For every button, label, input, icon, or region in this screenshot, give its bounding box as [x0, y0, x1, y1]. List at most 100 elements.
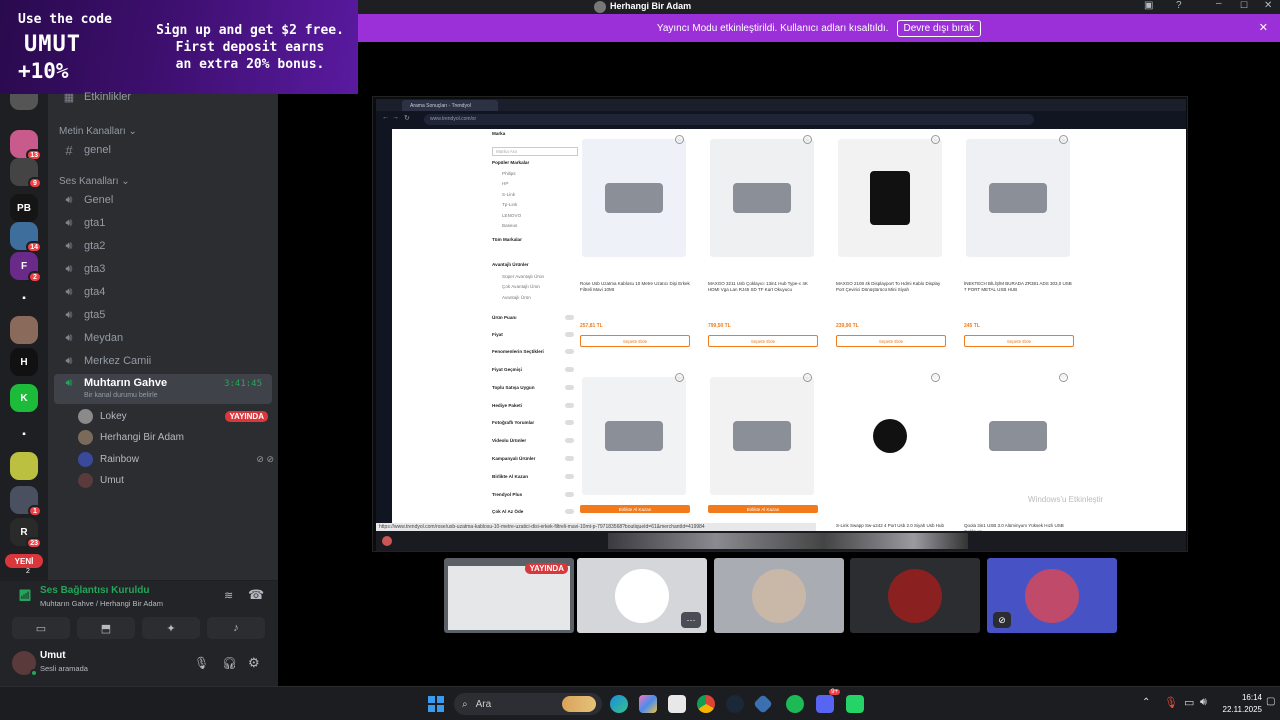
server-icon[interactable]	[10, 316, 38, 344]
browser-tab[interactable]: Arama Sonuçları - Trendyol	[402, 100, 498, 111]
screen-share-button[interactable]: ⬒	[77, 617, 135, 639]
product-card[interactable]: ♡ Rose Usb Uzatma Kablosu 10 Metre Uzatıc…	[576, 129, 692, 359]
filter-item[interactable]: Fenomenlerin Seçtikleri	[492, 349, 578, 354]
filter-item[interactable]: Kampanyalı Ürünler	[492, 456, 578, 461]
filter-item[interactable]: Avantajlı Ürün	[492, 295, 578, 300]
minimize-icon[interactable]: –	[1216, 0, 1222, 9]
server-icon[interactable]: 14	[10, 222, 42, 253]
channel-status[interactable]: Bir kanal durumu belirle	[84, 392, 158, 399]
noise-suppression-icon[interactable]: ≋	[224, 589, 233, 602]
participant-tile[interactable]	[714, 558, 844, 633]
filter-item[interactable]: Philips	[492, 171, 578, 176]
store-icon[interactable]	[668, 695, 686, 713]
toggle-switch[interactable]	[565, 492, 574, 497]
channel-muhtarin-gahve[interactable]: 🔊︎ Muhtarın Gahve 3:41:45 Bir kanal duru…	[54, 374, 272, 404]
participant-tile[interactable]	[850, 558, 980, 633]
camera-button[interactable]: ▭	[12, 617, 70, 639]
product-title[interactable]: Qoola 3in1 USB 3.0 Alüminyum Yüksek Hızl…	[964, 523, 1074, 531]
reload-icon[interactable]: ↻	[404, 114, 410, 122]
toggle-switch[interactable]	[565, 403, 574, 408]
favorite-heart-icon[interactable]: ♡	[675, 135, 684, 144]
favorite-heart-icon[interactable]: ♡	[931, 373, 940, 382]
filter-item[interactable]: Tp-Link	[492, 202, 578, 207]
voice-channel[interactable]: 🔊︎ gta5	[54, 304, 272, 326]
server-icon[interactable]: H	[10, 348, 38, 376]
category-text[interactable]: Metin Kanalları ⌄	[59, 126, 137, 137]
mic-tray-icon[interactable]: 🎙︎	[1164, 696, 1178, 709]
filter-item[interactable]: Süper Avantajlı Ürün	[492, 274, 578, 279]
more-options-icon[interactable]: ⋯	[681, 612, 701, 628]
chrome-icon[interactable]	[697, 695, 715, 713]
close-window-icon[interactable]: ✕	[1264, 0, 1272, 11]
product-image[interactable]	[838, 377, 942, 495]
server-icon[interactable]: R 23	[10, 518, 42, 549]
favorite-heart-icon[interactable]: ♡	[1059, 373, 1068, 382]
server-icon[interactable]: ▪	[10, 420, 38, 448]
voice-channel[interactable]: 🔊︎ Genel	[54, 189, 272, 211]
filter-item[interactable]: Popüler Markalar	[492, 160, 578, 165]
new-badge[interactable]: YENİ	[5, 554, 43, 568]
filter-item[interactable]: Marka Ara	[492, 147, 578, 156]
toggle-switch[interactable]	[565, 332, 574, 337]
add-to-cart-button[interactable]: Sepete Ekle	[580, 335, 690, 347]
add-to-cart-button[interactable]: Sepete Ekle	[964, 335, 1074, 347]
server-icon[interactable]: 9	[10, 158, 42, 189]
headphones-icon[interactable]: 🎧︎	[222, 656, 237, 670]
soundboard-button[interactable]: ♪	[207, 617, 265, 639]
filter-item[interactable]: Fotoğraflı Yorumlar	[492, 420, 578, 425]
chevron-up-icon[interactable]: ⌃	[1142, 697, 1150, 708]
filter-item[interactable]: S-Link	[492, 192, 578, 197]
product-image[interactable]	[710, 139, 814, 257]
participant-tile[interactable]: ⊘	[987, 558, 1117, 633]
disable-streamer-mode-button[interactable]: Devre dışı bırak	[896, 19, 982, 37]
product-title[interactable]: İNEKTECH BİLİŞİM BURADA ZR381 ADS 303,0 …	[964, 281, 1074, 293]
product-image[interactable]	[582, 377, 686, 495]
filter-item[interactable]: Baseus	[492, 223, 578, 228]
product-image[interactable]	[710, 377, 814, 495]
filter-item[interactable]: Tüm Markalar	[492, 237, 578, 242]
favorite-heart-icon[interactable]: ♡	[803, 135, 812, 144]
category-voice[interactable]: Ses Kanalları ⌄	[59, 176, 130, 187]
whatsapp-icon[interactable]	[846, 695, 864, 713]
toggle-switch[interactable]	[565, 315, 574, 320]
toggle-switch[interactable]	[565, 367, 574, 372]
copilot-icon[interactable]	[639, 695, 657, 713]
server-icon[interactable]: F2	[10, 252, 42, 283]
voice-user[interactable]: Rainbow ⊘ ⊘	[78, 449, 278, 469]
server-icon-partial[interactable]	[10, 94, 38, 110]
favorite-heart-icon[interactable]: ♡	[803, 373, 812, 382]
filter-item[interactable]: Videolu Ürünler	[492, 438, 578, 443]
promo-banner[interactable]: Use the code UMUT +10% Sign up and get $…	[0, 0, 358, 94]
shared-screen[interactable]: Arama Sonuçları - Trendyol ← → ↻ www.tre…	[372, 96, 1188, 552]
filter-item[interactable]: Fiyat	[492, 332, 578, 337]
voice-channel[interactable]: 🔊︎ Meydan	[54, 327, 272, 349]
add-to-cart-button[interactable]: Sepete Ekle	[836, 335, 946, 347]
volume-icon[interactable]: 🔊︎	[1200, 696, 1207, 709]
server-icon[interactable]	[10, 452, 38, 480]
toggle-switch[interactable]	[565, 509, 574, 514]
voice-channel[interactable]: 🔊︎ Merkez Camii	[54, 350, 272, 372]
mic-icon[interactable]: 🎙︎	[194, 656, 209, 670]
voice-channel[interactable]: 🔊︎ gta1	[54, 212, 272, 234]
product-title[interactable]: MAXGO 2108 4k Displayport To Hdmi Kablo …	[836, 281, 946, 293]
voice-channel[interactable]: 🔊︎ gta4	[54, 281, 272, 303]
product-card[interactable]: ♡ İNEKTECH BİLİŞİM BURADA ZR381 ADS 303,0…	[960, 129, 1076, 359]
server-icon[interactable]: 13	[10, 130, 42, 161]
clock-date[interactable]: 22.11.2025	[1214, 705, 1262, 714]
product-card[interactable]: ♡ Birlikte Al Kazan	[704, 367, 820, 531]
voice-channel[interactable]: 🔊︎ gta2	[54, 235, 272, 257]
toggle-switch[interactable]	[565, 438, 574, 443]
product-title[interactable]: Rose Usb Uzatma Kablosu 10 Metre Uzatıcı…	[580, 281, 690, 293]
product-image[interactable]	[966, 377, 1070, 495]
add-to-cart-button[interactable]: Birlikte Al Kazan	[580, 505, 690, 513]
filter-item[interactable]: Çok Avantajlı Ürün	[492, 284, 578, 289]
banner-close-icon[interactable]: ✕	[1259, 21, 1268, 34]
product-card[interactable]: ♡ S-Link Swapp Sw-u242 4 Port Usb 2.0 Siy…	[832, 367, 948, 531]
channel-etkinlikler[interactable]: ▦ Etkinlikler	[54, 86, 272, 108]
toggle-switch[interactable]	[565, 474, 574, 479]
product-title[interactable]: S-Link Swapp Sw-u242 4 Port Usb 2.0 Siya…	[836, 523, 946, 529]
clock-time[interactable]: 16:14	[1238, 693, 1262, 702]
back-icon[interactable]: ←	[382, 114, 389, 121]
filter-item[interactable]: Hediye Paketi	[492, 403, 578, 408]
server-icon[interactable]: 1	[10, 486, 42, 517]
